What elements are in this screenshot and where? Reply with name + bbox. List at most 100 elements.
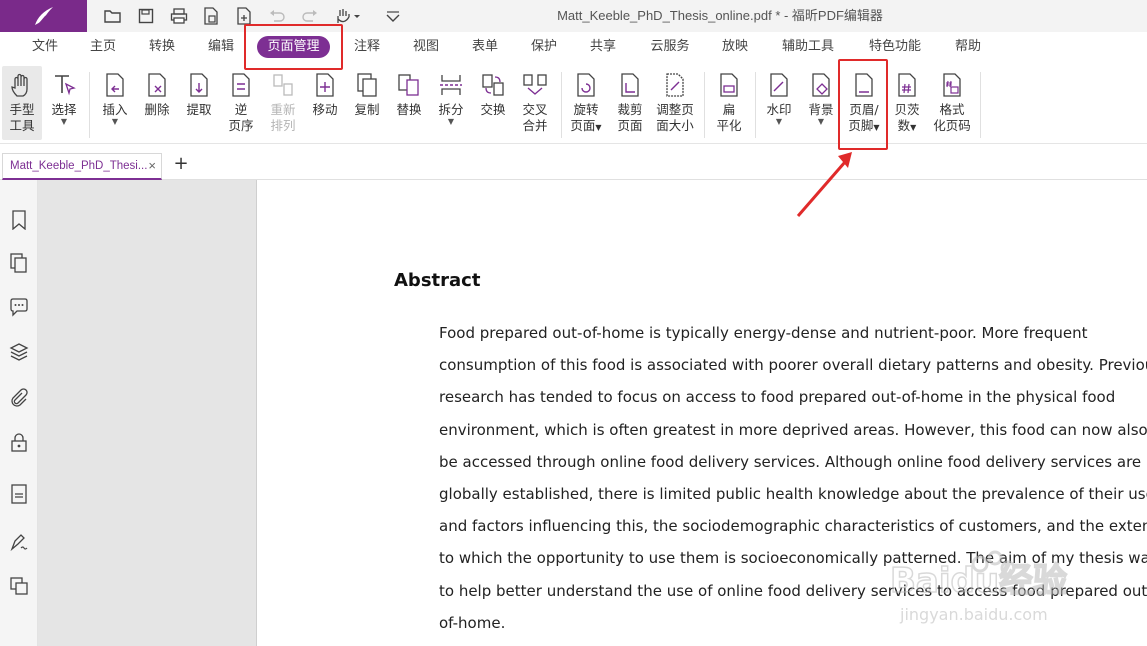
close-tab-icon[interactable]: × [148,154,156,178]
add-tab-button[interactable]: + [172,155,190,175]
hand-icon[interactable] [332,6,362,26]
replace-button[interactable]: 替换 [392,66,426,140]
document-tab-label: Matt_Keeble_PhD_Thesi... [10,160,148,172]
format-page-number-button[interactable]: 格式 化页码 [930,66,974,140]
attachments-icon[interactable] [9,388,29,408]
background-dropdown-icon[interactable]: ▼ [804,118,838,126]
print-icon[interactable] [168,6,190,26]
rotate-dropdown-icon[interactable]: ▼ [595,123,601,132]
watermark-dropdown-icon[interactable]: ▼ [762,118,796,126]
insert-page-icon [106,73,124,97]
abstract-line: be accessed through online food delivery… [439,452,1142,471]
title-bar: Matt_Keeble_PhD_Thesis_online.pdf * - 福昕… [0,0,1147,32]
ribbon-separator [704,72,705,138]
split-icon [440,75,462,95]
highlight-box-menu [244,24,343,70]
insert-dropdown-icon[interactable]: ▼ [98,118,132,126]
insert-button[interactable]: 插入 ▼ [98,66,132,140]
bates-number-icon [898,73,916,97]
menu-help[interactable]: 帮助 [951,36,985,58]
crop-button[interactable]: 裁剪 页面 [612,66,648,140]
undo-icon[interactable] [266,6,288,26]
cross-merge-label-2: 合并 [522,118,548,133]
select-icon [55,75,76,96]
flatten-label-2: 平化 [716,118,742,133]
reverse-button[interactable]: 逆 页序 [224,66,258,140]
menu-edit[interactable]: 编辑 [204,36,238,58]
menu-protect[interactable]: 保护 [527,36,561,58]
abstract-line: and factors influencing this, the sociod… [439,517,1147,536]
app-logo[interactable] [0,0,87,32]
menu-file[interactable]: 文件 [28,36,62,58]
split-dropdown-icon[interactable]: ▼ [434,118,468,126]
replace-label: 替换 [396,102,422,117]
signature-icon[interactable] [9,532,29,552]
menu-view[interactable]: 视图 [409,36,443,58]
hand-tool-button[interactable]: 手型 工具 [2,66,42,140]
background-label: 背景 [808,102,834,117]
rearrange-label-2: 排列 [270,118,296,133]
menu-share[interactable]: 共享 [586,36,620,58]
create-icon[interactable] [233,6,255,26]
cross-merge-icon [523,74,547,95]
menu-cloud[interactable]: 云服务 [646,36,694,58]
background-button[interactable]: 背景 ▼ [804,66,838,140]
menu-home[interactable]: 主页 [86,36,120,58]
watermark-button[interactable]: 水印 ▼ [762,66,796,140]
open-icon[interactable] [102,6,124,26]
menu-comment[interactable]: 注释 [350,36,384,58]
ribbon-toolbar: 手型 工具 选择 ▼ 插入 ▼ 删除 提取 逆 页序 重新 排列 移动 复制 替… [0,62,1147,144]
move-button[interactable]: 移动 [308,66,342,140]
redo-icon[interactable] [299,6,321,26]
swap-icon [482,74,504,96]
form-icon[interactable] [9,484,29,504]
bates-dropdown-icon[interactable]: ▼ [910,123,916,132]
resize-button[interactable]: 调整页 面大小 [653,66,697,140]
save-icon[interactable] [135,6,157,26]
bookmark-icon[interactable] [9,210,29,230]
flatten-button[interactable]: 扁 平化 [712,66,746,140]
flatten-icon [720,73,738,97]
select-button[interactable]: 选择 ▼ [46,66,82,140]
new-doc-icon[interactable] [200,6,222,26]
reverse-label-2: 页序 [228,118,254,133]
ribbon-separator [561,72,562,138]
select-label: 选择 [51,102,77,117]
format-page-number-label-1: 格式 [939,102,965,117]
rearrange-button[interactable]: 重新 排列 [266,66,300,140]
select-dropdown-icon[interactable]: ▼ [46,118,82,126]
hand-tool-label-1: 手型 [9,102,35,117]
menu-form[interactable]: 表单 [468,36,502,58]
abstract-line: consumption of this food is associated w… [439,356,1147,375]
document-tab-bar: Matt_Keeble_PhD_Thesi... × + [0,145,1147,180]
compare-icon[interactable] [9,576,29,596]
cross-merge-button[interactable]: 交叉 合并 [518,66,552,140]
split-button[interactable]: 拆分 ▼ [434,66,468,140]
delete-button[interactable]: 删除 [140,66,174,140]
menu-slideshow[interactable]: 放映 [718,36,752,58]
ribbon-separator [89,72,90,138]
layers-icon[interactable] [9,342,29,362]
delete-label: 删除 [144,102,170,117]
menu-features[interactable]: 特色功能 [864,36,926,58]
watermark-url: jingyan.baidu.com [899,605,1048,624]
menu-convert[interactable]: 转换 [145,36,179,58]
format-page-number-icon [943,73,961,97]
copy-button[interactable]: 复制 [350,66,384,140]
rearrange-icon [273,74,293,96]
extract-button[interactable]: 提取 [182,66,216,140]
window-title: Matt_Keeble_PhD_Thesis_online.pdf * - 福昕… [557,8,883,23]
bates-button[interactable]: 贝茨 数▼ [890,66,924,140]
customize-icon[interactable] [382,6,404,26]
abstract-heading: Abstract [394,270,481,291]
menu-accessibility[interactable]: 辅助工具 [777,36,839,58]
abstract-line: Food prepared out-of-home is typically e… [439,324,1088,342]
security-icon[interactable] [9,432,29,452]
comments-icon[interactable] [9,297,29,317]
pages-icon[interactable] [9,253,29,273]
navigation-panel [0,180,38,646]
rotate-button[interactable]: 旋转 页面▼ [567,66,605,140]
document-tab[interactable]: Matt_Keeble_PhD_Thesi... × [2,153,162,180]
resize-label-1: 调整页 [656,102,694,117]
swap-button[interactable]: 交换 [476,66,510,140]
